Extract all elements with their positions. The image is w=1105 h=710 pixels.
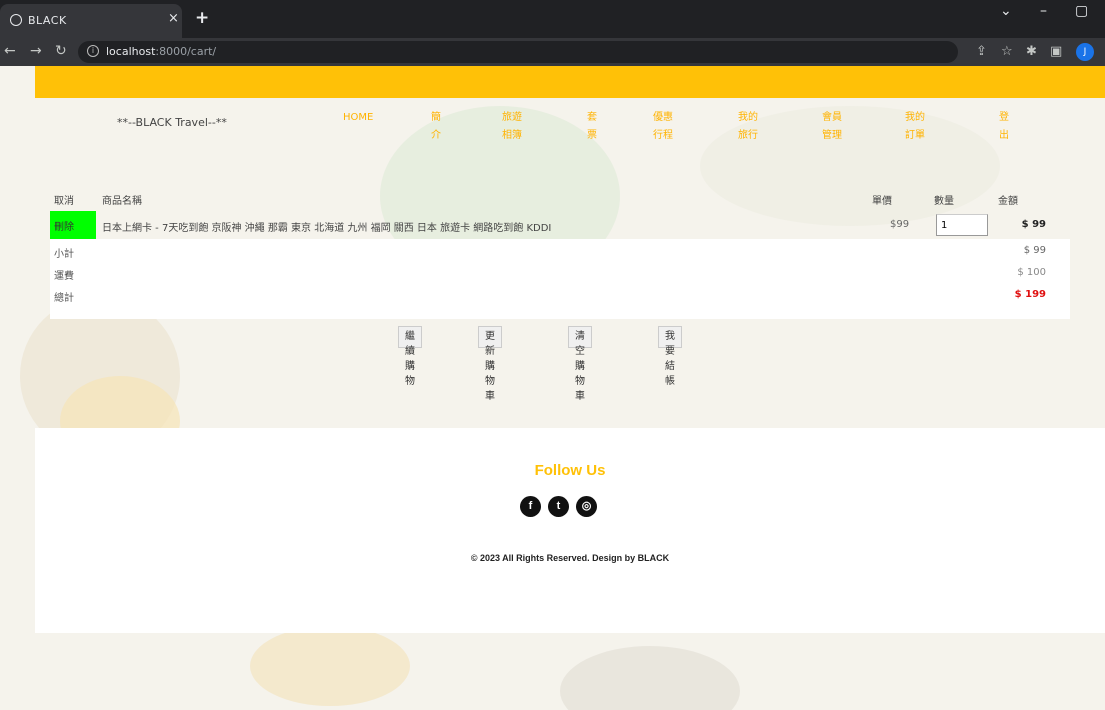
nav-label-line2: 票	[587, 130, 597, 141]
header-amount: 金額	[998, 196, 1018, 207]
shipping-label: 運費	[54, 271, 74, 282]
tab-close-icon[interactable]: ×	[168, 11, 179, 26]
star-icon[interactable]: ☆	[1001, 44, 1013, 59]
header-price: 單價	[872, 196, 892, 207]
nav-label-line2: 旅行	[738, 130, 758, 141]
minimize-icon[interactable]: –	[1040, 3, 1047, 19]
sidepanel-icon[interactable]: ▣	[1050, 44, 1062, 59]
browser-tab[interactable]: BLACK ×	[0, 4, 182, 38]
update-cart-button[interactable]: 更新購物車	[478, 326, 502, 402]
forward-icon[interactable]: →	[30, 43, 42, 59]
profile-avatar[interactable]: J	[1076, 43, 1094, 61]
address-bar: ← → ↻ i localhost:8000/cart/ ⇪ ☆ ✱ ▣ J	[0, 38, 1105, 66]
nav-label-line2: 相簿	[502, 130, 522, 141]
globe-icon	[10, 14, 22, 26]
cart-summary: 小計 $ 99 運費 $ 100 總計 $ 199	[50, 239, 1070, 319]
nav-label-line2: 介	[431, 130, 441, 141]
header-product-name: 商品名稱	[102, 196, 142, 207]
nav-logout[interactable]: 登出	[999, 104, 1009, 150]
background-decoration	[250, 626, 410, 706]
nav-home[interactable]: HOME	[343, 104, 373, 132]
shipping-value: $ 100	[1017, 267, 1046, 278]
nav-tickets[interactable]: 套票	[587, 104, 597, 150]
nav-album[interactable]: 旅遊 相簿	[502, 104, 522, 150]
page-body: **--BLACK Travel--** HOME 簡介 旅遊 相簿 套票 優惠行…	[0, 66, 1105, 710]
url-path: :8000/cart/	[155, 45, 217, 58]
site-brand[interactable]: **--BLACK Travel--**	[117, 116, 227, 129]
url-host: localhost	[106, 45, 156, 58]
nav-label-line2: 訂單	[905, 130, 925, 141]
site-footer: Follow Us f t ◎ © 2023 All Rights Reserv…	[35, 428, 1105, 633]
share-icon[interactable]: ⇪	[976, 44, 987, 59]
nav-member[interactable]: 會員 管理	[822, 104, 842, 150]
browser-tab-strip: BLACK × + ⌄ – ▢	[0, 0, 1105, 38]
background-decoration	[560, 646, 740, 710]
continue-shopping-button[interactable]: 繼續購物	[398, 326, 422, 387]
subtotal-value: $ 99	[1023, 245, 1046, 256]
maximize-icon[interactable]: ▢	[1075, 3, 1088, 19]
site-header: **--BLACK Travel--** HOME 簡介 旅遊 相簿 套票 優惠行…	[35, 98, 1105, 198]
item-amount: $ 99	[1021, 219, 1046, 230]
item-price: $99	[890, 219, 910, 230]
total-row: 總計 $ 199	[50, 283, 1070, 305]
back-icon[interactable]: ←	[4, 43, 16, 59]
delete-item-button[interactable]: 刪除	[50, 211, 96, 239]
copyright-text: © 2023 All Rights Reserved. Design by BL…	[470, 553, 670, 563]
nav-my-trips[interactable]: 我的 旅行	[738, 104, 758, 150]
twitter-icon[interactable]: t	[548, 496, 569, 517]
top-accent-bar	[35, 66, 1105, 98]
reload-icon[interactable]: ↻	[55, 43, 67, 59]
nav-label: HOME	[343, 112, 374, 123]
cart-item-row: 刪除 日本上網卡 - 7天吃到飽 京阪神 沖繩 那霸 東京 北海道 九州 福岡 …	[50, 211, 1070, 239]
nav-promotions[interactable]: 優惠 行程	[653, 104, 673, 150]
nav-about[interactable]: 簡介	[431, 104, 441, 150]
header-cancel: 取消	[54, 196, 74, 207]
url-text: localhost:8000/cart/	[106, 45, 216, 58]
header-quantity: 數量	[934, 196, 954, 207]
checkout-button[interactable]: 我要結帳	[658, 326, 682, 387]
item-name[interactable]: 日本上網卡 - 7天吃到飽 京阪神 沖繩 那霸 東京 北海道 九州 福岡 關西 …	[102, 219, 551, 234]
shipping-row: 運費 $ 100	[50, 261, 1070, 283]
quantity-input[interactable]	[936, 214, 988, 236]
total-label: 總計	[54, 293, 74, 304]
total-value: $ 199	[1014, 289, 1046, 300]
clear-cart-button[interactable]: 清空購物車	[568, 326, 592, 402]
info-icon[interactable]: i	[87, 45, 99, 57]
facebook-icon[interactable]: f	[520, 496, 541, 517]
tab-title: BLACK	[28, 14, 67, 27]
instagram-icon[interactable]: ◎	[576, 496, 597, 517]
nav-my-orders[interactable]: 我的 訂單	[905, 104, 925, 150]
nav-label-line2: 行程	[653, 130, 673, 141]
tab-search-icon[interactable]: ⌄	[1000, 3, 1012, 19]
subtotal-row: 小計 $ 99	[50, 239, 1070, 261]
cart-header-row: 取消 商品名稱 單價 數量 金額	[50, 186, 1070, 212]
new-tab-icon[interactable]: +	[195, 8, 209, 28]
nav-label-line2: 出	[999, 130, 1009, 141]
follow-us-heading: Follow Us	[534, 462, 606, 479]
extensions-icon[interactable]: ✱	[1026, 44, 1037, 59]
url-field[interactable]: i localhost:8000/cart/	[78, 41, 958, 63]
subtotal-label: 小計	[54, 249, 74, 260]
nav-label-line2: 管理	[822, 130, 842, 141]
